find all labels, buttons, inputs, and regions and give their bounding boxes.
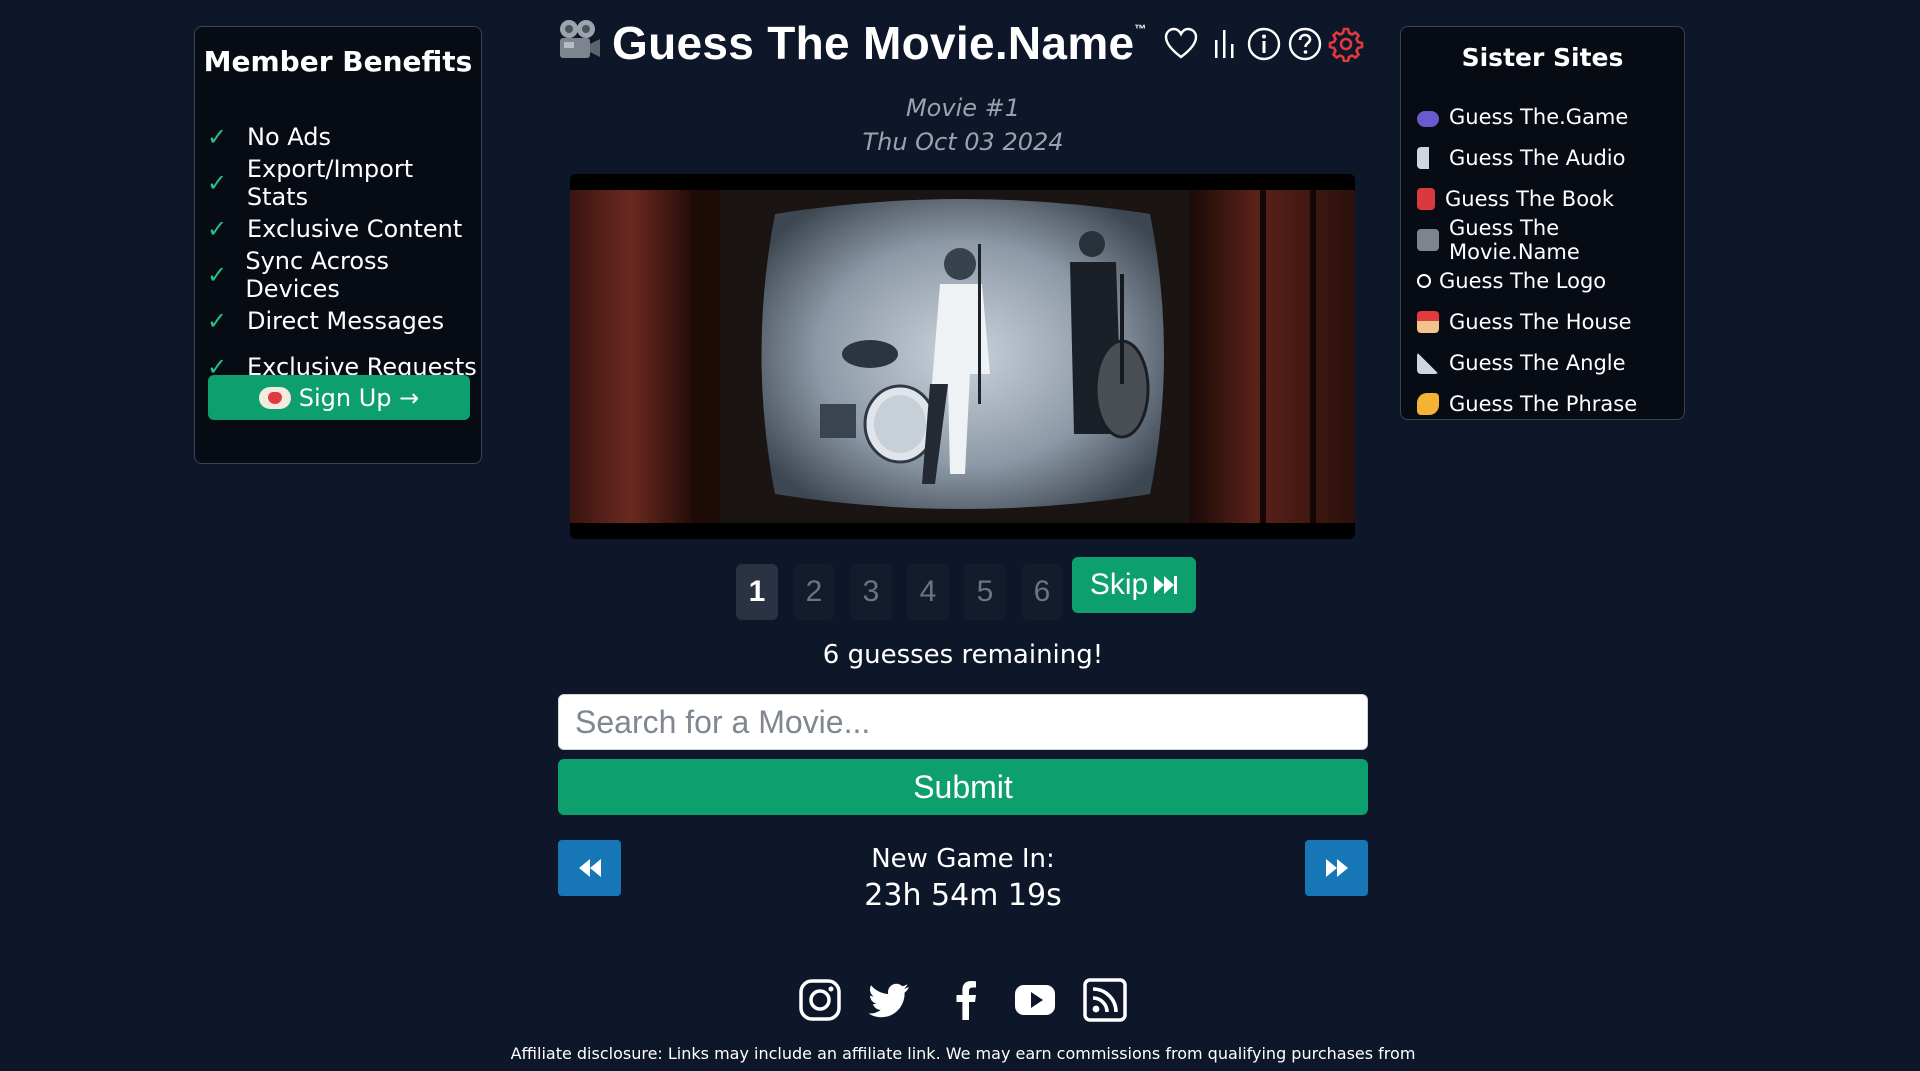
sister-site-label: Guess The.Game (1449, 105, 1629, 129)
book-icon (1417, 188, 1435, 210)
stats-icon[interactable] (1206, 26, 1242, 62)
movie-camera-icon (560, 20, 600, 58)
sister-site-label: Guess The House (1449, 310, 1632, 334)
guess-tab-3[interactable]: 3 (850, 564, 892, 620)
benefit-item: ✓ Direct Messages (207, 301, 444, 341)
skip-button[interactable]: Skip (1072, 557, 1196, 613)
sign-up-label: Sign Up → (298, 383, 420, 412)
sister-site-label: Guess The Movie.Name (1449, 216, 1580, 264)
sister-site-label: Guess The Audio (1449, 146, 1626, 170)
sister-site-label: Guess The Logo (1439, 269, 1607, 293)
sign-up-button[interactable]: Sign Up → (208, 375, 470, 420)
registered-icon (1417, 274, 1431, 288)
house-icon (1417, 311, 1439, 333)
benefit-label: Sync Across Devices (245, 247, 390, 303)
new-game-label: New Game In: (871, 844, 1055, 874)
sister-site-label: Guess The Phrase (1449, 392, 1638, 416)
help-icon[interactable] (1287, 26, 1323, 62)
sister-site-label: Guess The Book (1445, 187, 1615, 211)
guess-tab-1[interactable]: 1 (736, 564, 778, 620)
sister-site-link[interactable]: Guess The Logo (1417, 265, 1606, 297)
affiliate-disclosure: Affiliate disclosure: Links may include … (510, 1044, 1416, 1063)
twitter-icon[interactable] (867, 978, 911, 1022)
heart-icon[interactable] (1163, 26, 1199, 62)
sister-site-link[interactable]: Guess The.Game (1417, 101, 1628, 133)
fast-forward-icon (1325, 859, 1348, 877)
movie-still-frame (570, 174, 1355, 539)
instagram-icon[interactable] (798, 978, 842, 1022)
trademark: ™ (1134, 22, 1147, 36)
sister-site-link[interactable]: Guess The Movie.Name (1417, 216, 1684, 264)
guess-tab-5[interactable]: 5 (964, 564, 1006, 620)
movie-camera-icon (1417, 229, 1439, 251)
speaker-icon (1417, 147, 1439, 169)
next-game-button[interactable] (1305, 840, 1368, 896)
youtube-icon[interactable] (1013, 978, 1057, 1022)
info-icon[interactable] (1246, 26, 1282, 62)
settings-icon[interactable] (1328, 26, 1364, 62)
member-benefits-title: Member Benefits (203, 45, 473, 78)
page-title: Guess The Movie.Name™ (612, 16, 1147, 70)
member-benefits-panel: Member Benefits ✓ No Ads ✓ Export/Import S… (194, 26, 482, 464)
sister-site-link[interactable]: Guess The Phrase (1417, 388, 1637, 420)
sister-site-link[interactable]: Guess The House (1417, 306, 1632, 338)
triangle-ruler-icon (1417, 352, 1439, 374)
movie-search-input[interactable] (558, 694, 1368, 750)
rss-icon[interactable] (1083, 978, 1127, 1022)
sister-sites-panel: Sister Sites Guess The.Game Guess The Au… (1400, 26, 1685, 420)
benefit-label: Exclusive Content (247, 215, 463, 243)
benefit-label: Direct Messages (247, 307, 445, 335)
sister-site-link[interactable]: Guess The Book (1417, 183, 1614, 215)
guesses-remaining: 6 guesses remaining! (822, 640, 1104, 670)
heart-badge-icon (258, 386, 291, 409)
new-game-countdown: 23h 54m 19s (864, 878, 1062, 913)
check-icon: ✓ (207, 307, 228, 335)
guess-tab-6[interactable]: 6 (1021, 564, 1063, 620)
sister-site-label: Guess The Angle (1449, 351, 1626, 375)
check-icon: ✓ (207, 261, 228, 289)
benefit-item: ✓ Exclusive Content (207, 209, 462, 249)
sister-site-link[interactable]: Guess The Audio (1417, 142, 1625, 174)
benefit-item: ✓ Export/Import Stats (207, 155, 481, 211)
writing-hand-icon (1417, 393, 1439, 415)
movie-still-image (570, 174, 1355, 539)
guess-tab-4[interactable]: 4 (907, 564, 949, 620)
submit-button[interactable]: Submit (558, 759, 1368, 815)
skip-label: Skip (1089, 568, 1149, 601)
gamepad-icon (1417, 110, 1439, 127)
benefit-item: ✓ Sync Across Devices (207, 247, 481, 303)
guess-tab-2[interactable]: 2 (793, 564, 835, 620)
check-icon: ✓ (207, 169, 228, 197)
sister-sites-title: Sister Sites (1461, 43, 1624, 72)
facebook-icon[interactable] (944, 978, 988, 1022)
fast-forward-icon (1154, 576, 1178, 594)
benefit-label: Export/Import Stats (246, 155, 414, 211)
title-text: Guess The Movie.Name (612, 17, 1135, 69)
check-icon: ✓ (207, 215, 228, 243)
sister-site-link[interactable]: Guess The Angle (1417, 347, 1626, 379)
